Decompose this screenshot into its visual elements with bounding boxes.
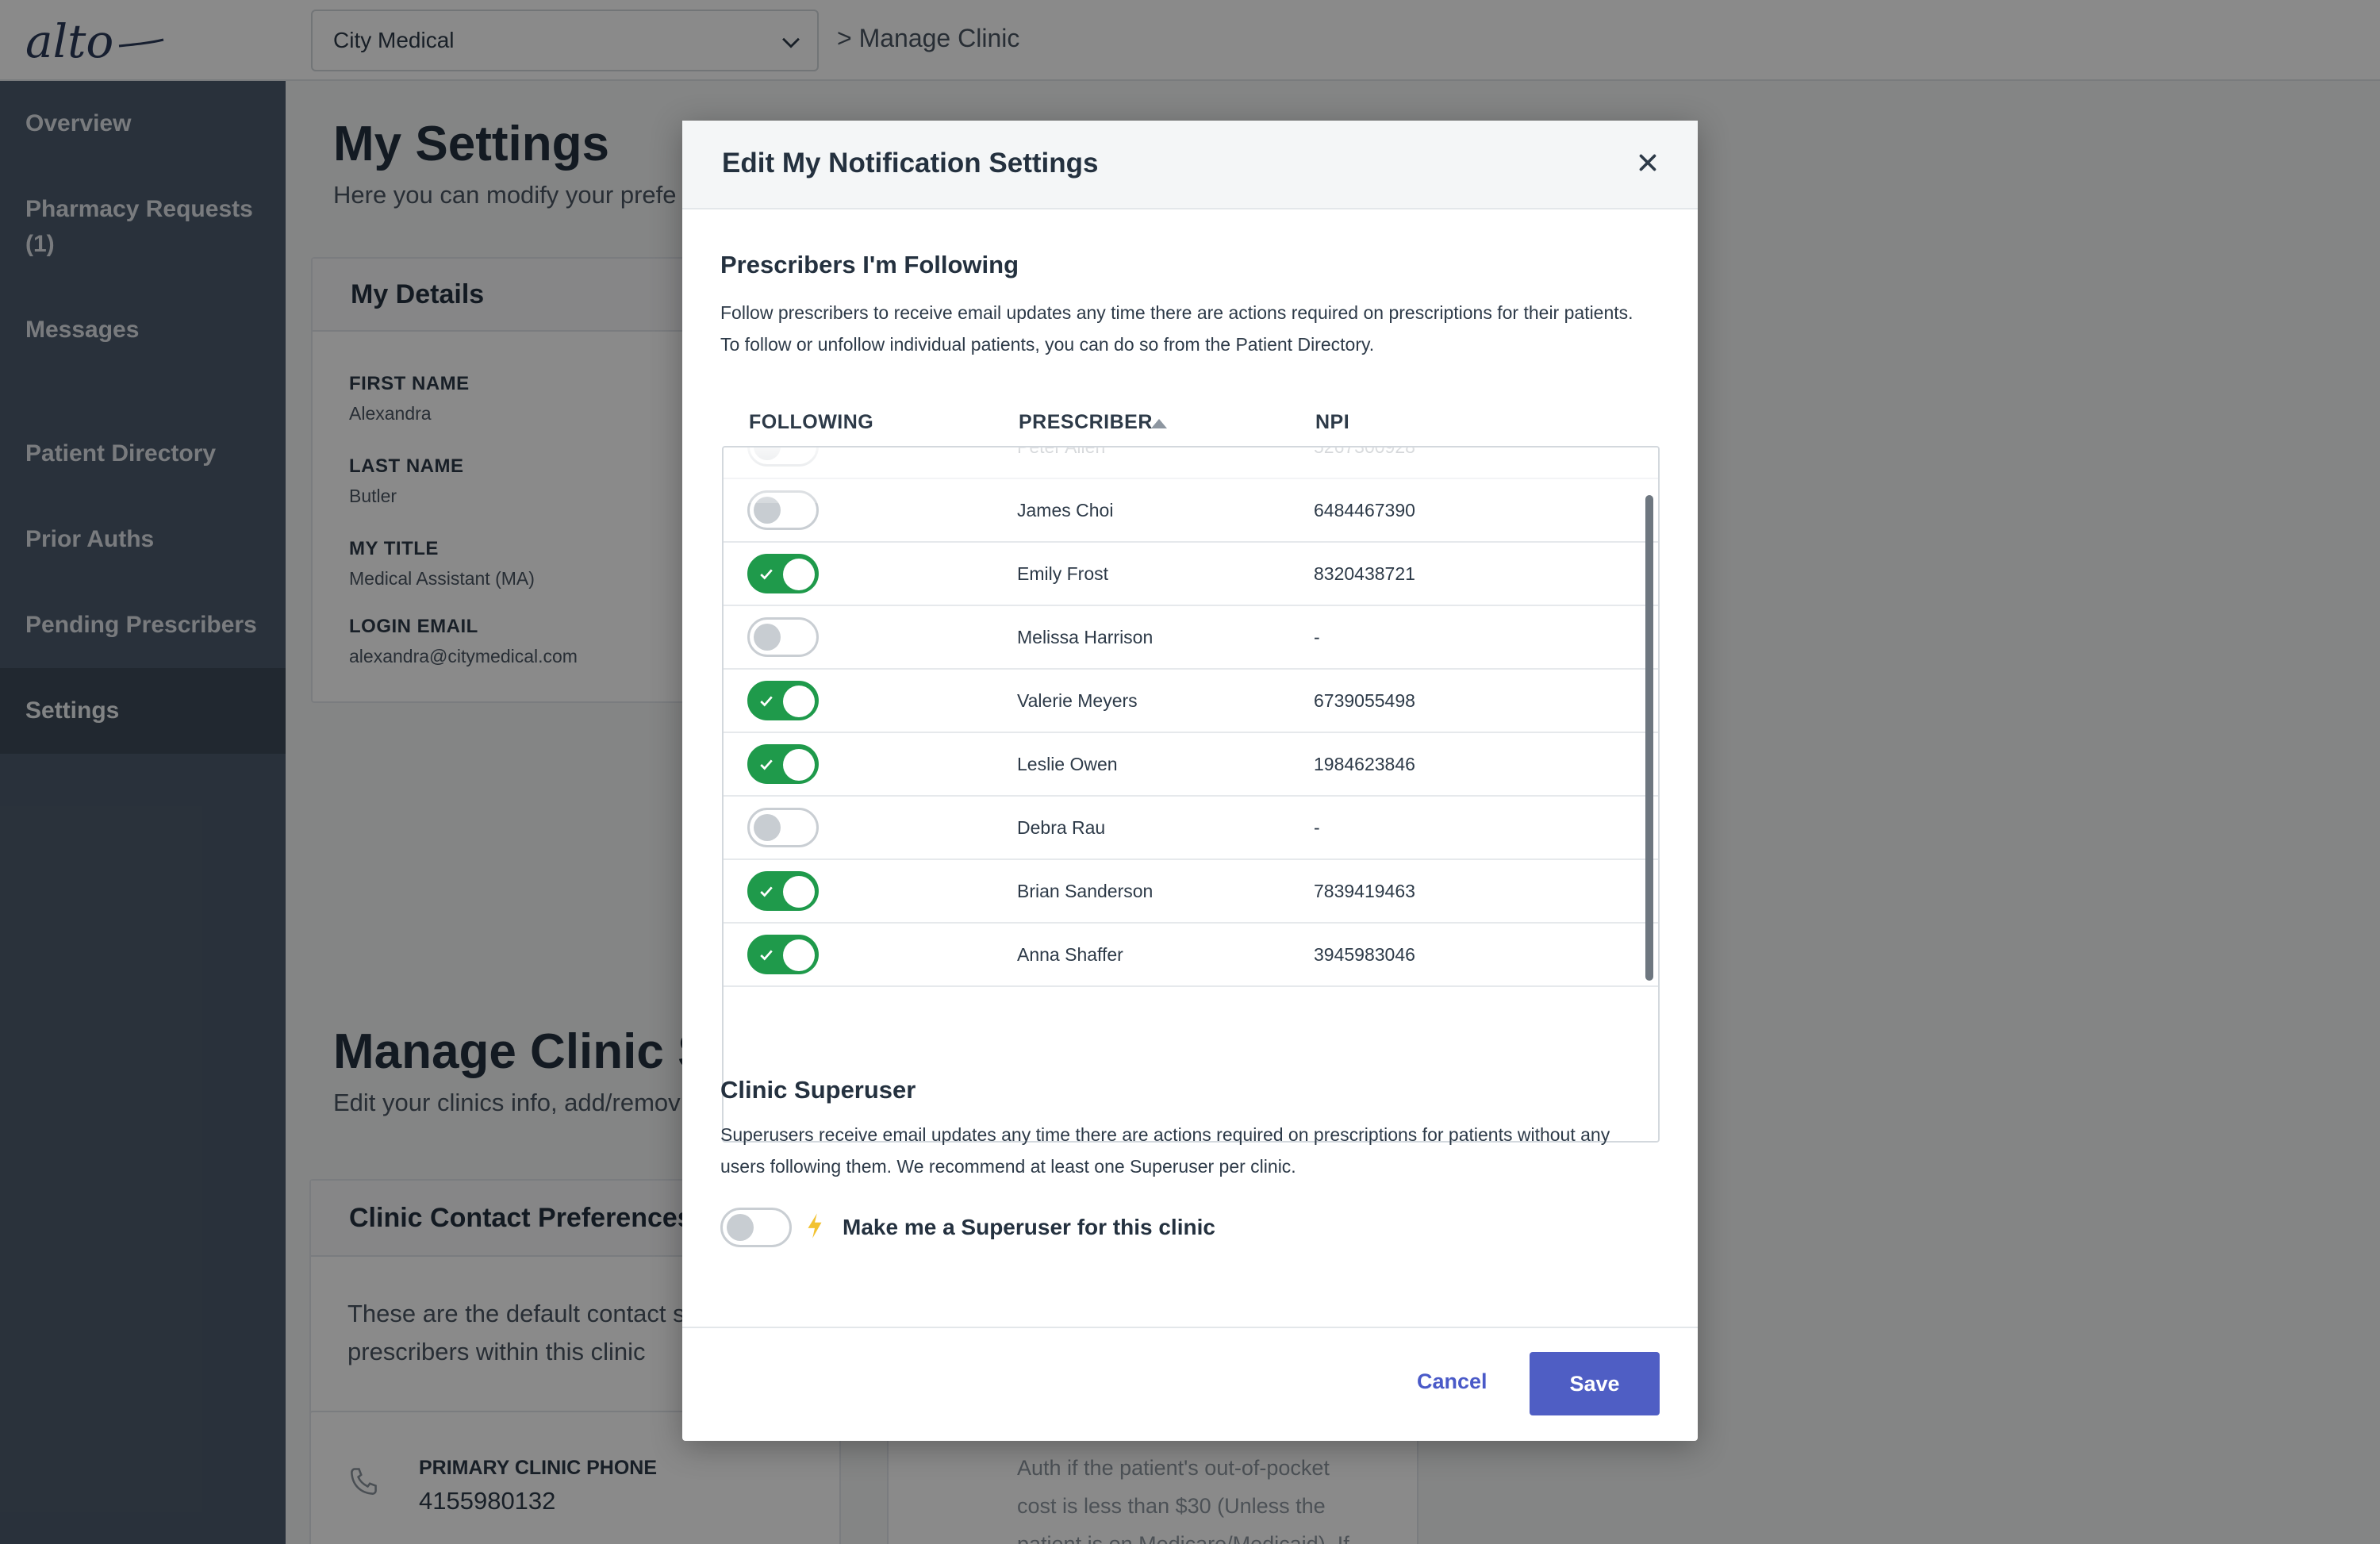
notification-settings-modal: Edit My Notification Settings Prescriber… (682, 121, 1698, 1441)
prescriber-name: Valerie Meyers (1017, 690, 1138, 711)
check-icon (760, 569, 773, 580)
superuser-toggle[interactable] (720, 1208, 792, 1247)
table-row: James Choi 6484467390 (724, 479, 1658, 543)
table-row: Anna Shaffer 3945983046 (724, 924, 1658, 987)
table-scrollbar[interactable] (1645, 495, 1653, 981)
prescriber-npi: 3945983046 (1314, 944, 1415, 965)
prescriber-npi: 6484467390 (1314, 500, 1415, 520)
prescriber-name: Brian Sanderson (1017, 881, 1154, 901)
table-row: Melissa Harrison - (724, 606, 1658, 670)
follow-toggle[interactable] (747, 871, 819, 911)
sort-ascending-icon[interactable] (1151, 419, 1167, 428)
follow-toggle[interactable] (747, 617, 819, 657)
check-icon (760, 696, 773, 707)
prescriber-npi: - (1314, 817, 1320, 838)
toggle-knob (783, 686, 815, 717)
modal-title: Edit My Notification Settings (722, 148, 1099, 179)
follow-toggle[interactable] (747, 744, 819, 784)
prescriber-name: James Choi (1017, 500, 1114, 520)
close-icon[interactable] (1634, 149, 1661, 176)
toggle-knob (754, 497, 781, 524)
toggle-knob (754, 624, 781, 651)
prescriber-name: Peter Allen (1017, 446, 1106, 457)
superuser-description: Superusers receive email updates any tim… (720, 1124, 1610, 1177)
cancel-button[interactable]: Cancel (1417, 1369, 1488, 1394)
follow-toggle[interactable] (747, 447, 819, 467)
column-following: FOLLOWING (749, 411, 874, 433)
check-icon (760, 886, 773, 897)
prescriber-name: Debra Rau (1017, 817, 1106, 838)
table-row: Debra Rau - (724, 797, 1658, 860)
check-icon (760, 950, 773, 961)
toggle-knob (754, 814, 781, 841)
following-description: Follow prescribers to receive email upda… (720, 302, 1633, 355)
toggle-knob (783, 876, 815, 908)
prescriber-npi: - (1314, 627, 1320, 647)
table-row: Emily Frost 8320438721 (724, 543, 1658, 606)
prescribers-table[interactable]: Peter Allen 5267300928 James Choi 648446739… (722, 446, 1660, 1143)
table-row: Peter Allen 5267300928 (724, 446, 1658, 479)
follow-toggle[interactable] (747, 808, 819, 847)
toggle-knob (754, 447, 781, 460)
toggle-knob (783, 749, 815, 781)
lightning-icon (808, 1213, 822, 1239)
modal-header: Edit My Notification Settings (682, 121, 1698, 209)
modal-footer-divider (682, 1327, 1698, 1328)
superuser-toggle-label: Make me a Superuser for this clinic (843, 1215, 1215, 1239)
superuser-heading: Clinic Superuser (720, 1076, 916, 1104)
save-button[interactable]: Save (1530, 1352, 1660, 1415)
following-heading: Prescribers I'm Following (720, 251, 1019, 278)
prescriber-npi: 7839419463 (1314, 881, 1415, 901)
toggle-knob (783, 559, 815, 590)
table-row: Leslie Owen 1984623846 (724, 733, 1658, 797)
table-row: Valerie Meyers 6739055498 (724, 670, 1658, 733)
prescriber-rows: Peter Allen 5267300928 James Choi 648446739… (724, 446, 1658, 987)
prescriber-npi: 1984623846 (1314, 754, 1415, 774)
prescriber-name: Melissa Harrison (1017, 627, 1154, 647)
table-row: Brian Sanderson 7839419463 (724, 860, 1658, 924)
toggle-knob (783, 939, 815, 971)
check-icon (760, 759, 773, 770)
follow-toggle[interactable] (747, 681, 819, 720)
toggle-knob (727, 1214, 754, 1241)
follow-toggle[interactable] (747, 554, 819, 593)
prescriber-name: Emily Frost (1017, 563, 1108, 584)
prescriber-name: Leslie Owen (1017, 754, 1118, 774)
follow-toggle[interactable] (747, 935, 819, 974)
prescriber-npi: 5267300928 (1314, 446, 1415, 457)
column-npi: NPI (1315, 411, 1350, 433)
prescriber-npi: 6739055498 (1314, 690, 1415, 711)
prescriber-npi: 8320438721 (1314, 563, 1415, 584)
column-prescriber[interactable]: PRESCRIBER (1019, 411, 1153, 434)
follow-toggle[interactable] (747, 490, 819, 530)
prescriber-name: Anna Shaffer (1017, 944, 1123, 965)
